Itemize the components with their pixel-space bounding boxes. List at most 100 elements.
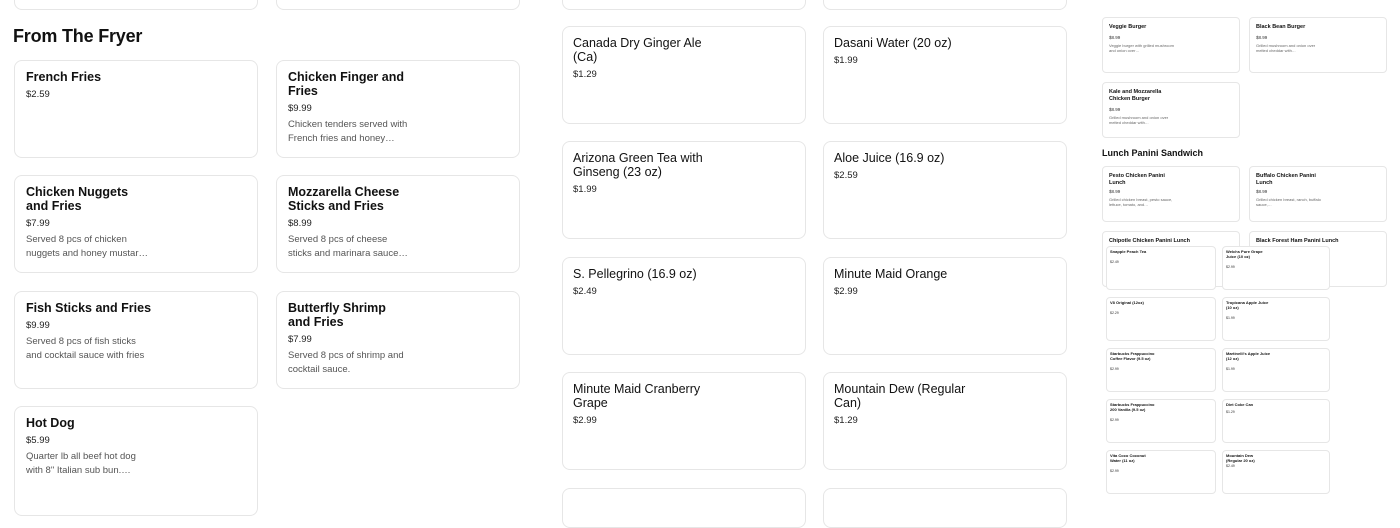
item-name: Welchs Pure Grape Juice (10 oz) [1226,249,1263,259]
drink-card[interactable]: Minute Maid Cranberry Grape $2.99 [562,372,806,470]
item-price: $1.99 [834,55,858,66]
item-name: Arizona Green Tea with Ginseng (23 oz) [573,151,703,179]
section-title-panini: Lunch Panini Sandwich [1102,148,1204,158]
item-name: Veggie Burger [1109,24,1147,30]
item-price: $8.99 [1109,35,1121,40]
item-price: $1.29 [573,69,597,80]
mini-drink-card[interactable]: Martinelli's Apple Juice (12 oz) $1.99 [1222,348,1330,392]
mini-drink-card[interactable]: Mountain Dew (Regular 20 oz) $2.49 [1222,450,1330,494]
drink-card[interactable]: Aloe Juice (16.9 oz) $2.59 [823,141,1067,239]
item-name: S. Pellegrino (16.9 oz) [573,267,697,281]
item-price: $2.99 [573,415,597,426]
menu-item-card[interactable]: Mozzarella Cheese Sticks and Fries $8.99… [276,175,520,273]
item-price: $1.99 [1226,316,1235,320]
item-description: Grilled chicken breast, pesto sauce, let… [1109,197,1173,207]
item-description: Served 8 pcs of fish sticks and cocktail… [26,336,145,361]
item-name: French Fries [26,70,102,84]
mini-drink-card[interactable]: Diet Coke Can $1.29 [1222,399,1330,443]
menu-item-card[interactable]: Chicken Nuggets and Fries $7.99 Served 8… [14,175,258,273]
drink-card[interactable]: Canada Dry Ginger Ale (Ca) $1.29 [562,26,806,124]
mini-drink-card[interactable]: Vita Coco Coconut Water (11 oz) $2.99 [1106,450,1216,494]
item-price: $1.99 [573,184,597,195]
item-price: $8.99 [288,218,312,229]
drink-card[interactable]: S. Pellegrino (16.9 oz) $2.49 [562,257,806,355]
item-name: Starbucks Frappuccino Coffee Flavor (9.5… [1110,351,1155,361]
item-name: Chipotle Chicken Panini Lunch [1109,238,1190,244]
item-name: Vita Coco Coconut Water (11 oz) [1110,453,1146,463]
item-price: $2.29 [1110,311,1119,315]
menu-item-card[interactable]: Butterfly Shrimp and Fries $7.99 Served … [276,291,520,389]
item-price: $8.99 [1109,189,1121,194]
item-name: Butterfly Shrimp and Fries [288,301,386,329]
item-name: Mountain Dew (Regular Can) [834,382,966,410]
item-name: Canada Dry Ginger Ale (Ca) [573,36,702,64]
item-name: Aloe Juice (16.9 oz) [834,151,945,165]
item-description: Quarter lb all beef hot dog with 8" Ital… [26,451,136,476]
item-price: $2.59 [26,89,50,100]
partial-card[interactable] [276,0,520,10]
menu-item-card[interactable]: French Fries $2.59 [14,60,258,158]
item-name: Chicken Nuggets and Fries [26,185,129,213]
item-description: Served 8 pcs of chicken nuggets and hone… [26,234,148,259]
item-price: $2.99 [1110,469,1119,473]
item-name: Tropicana Apple Juice (10 oz) [1226,300,1269,310]
item-name: Starbucks Frappuccino 200 Vanilla (9.5 o… [1110,402,1155,412]
mini-drink-card[interactable]: Snapple Peach Tea $2.49 [1106,246,1216,290]
item-name: Minute Maid Cranberry Grape [573,382,701,410]
item-description: Grilled chicken breast, ranch, buffalo s… [1256,197,1321,207]
item-name: Chicken Finger and Fries [288,70,404,98]
item-price: $2.49 [1110,260,1119,264]
item-description: Served 8 pcs of shrimp and cocktail sauc… [288,350,404,375]
item-name: V8 Original (12oz) [1110,300,1144,305]
item-price: $8.99 [1256,35,1268,40]
mini-drink-card[interactable]: Starbucks Frappuccino Coffee Flavor (9.5… [1106,348,1216,392]
menu-item-card[interactable]: Chicken Finger and Fries $9.99 Chicken t… [276,60,520,158]
item-name: Black Forest Ham Panini Lunch [1256,238,1339,244]
item-price: $1.29 [1226,410,1235,414]
item-name: Kale and Mozzarella Chicken Burger [1109,89,1162,102]
item-description: Grilled mushroom and onion over melted c… [1256,43,1316,53]
item-price: $2.49 [573,286,597,297]
drink-card[interactable]: Mountain Dew (Regular Can) $1.29 [823,372,1067,470]
partial-card[interactable] [562,0,806,10]
item-price: $1.29 [834,415,858,426]
item-description: Chicken tenders served with French fries… [288,119,408,144]
item-price: $9.99 [288,103,312,114]
partial-card[interactable] [823,488,1067,528]
item-description: Veggie burger with grilled mushroom and … [1109,43,1174,53]
drink-card[interactable]: Arizona Green Tea with Ginseng (23 oz) $… [562,141,806,239]
item-name: Buffalo Chicken Panini Lunch [1256,173,1316,186]
mini-drink-card[interactable]: Welchs Pure Grape Juice (10 oz) $2.99 [1222,246,1330,290]
item-name: Martinelli's Apple Juice (12 oz) [1226,351,1271,361]
item-description: Grilled mushroom and onion over melted c… [1109,115,1169,125]
item-name: Minute Maid Orange [834,267,948,281]
menu-item-card[interactable]: Fish Sticks and Fries $9.99 Served 8 pcs… [14,291,258,389]
item-price: $9.99 [26,320,50,331]
mini-item-card[interactable]: Buffalo Chicken Panini Lunch $8.99 Grill… [1249,166,1387,222]
item-price: $2.59 [834,170,858,181]
drink-card[interactable]: Dasani Water (20 oz) $1.99 [823,26,1067,124]
mini-drink-card[interactable]: Tropicana Apple Juice (10 oz) $1.99 [1222,297,1330,341]
partial-card[interactable] [823,0,1067,10]
item-price: $2.99 [1226,265,1235,269]
mini-item-card[interactable]: Black Bean Burger $8.99 Grilled mushroom… [1249,17,1387,73]
item-price: $7.99 [288,334,312,345]
item-name: Diet Coke Can [1226,402,1254,407]
mini-item-card[interactable]: Veggie Burger $8.99 Veggie burger with g… [1102,17,1240,73]
mini-item-card[interactable]: Pesto Chicken Panini Lunch $8.99 Grilled… [1102,166,1240,222]
item-name: Fish Sticks and Fries [26,301,152,315]
item-price: $5.99 [26,435,50,446]
mini-item-card[interactable]: Kale and Mozzarella Chicken Burger $8.99… [1102,82,1240,138]
partial-card[interactable] [562,488,806,528]
mini-drink-card[interactable]: Starbucks Frappuccino 200 Vanilla (9.5 o… [1106,399,1216,443]
item-price: $8.99 [1109,107,1121,112]
mini-drink-card[interactable]: V8 Original (12oz) $2.29 [1106,297,1216,341]
item-price: $2.99 [1110,367,1119,371]
item-name: Snapple Peach Tea [1110,249,1147,254]
item-price: $2.49 [1226,464,1235,468]
item-description: Served 8 pcs of cheese sticks and marina… [288,234,408,259]
item-price: $7.99 [26,218,50,229]
partial-card[interactable] [14,0,258,10]
drink-card[interactable]: Minute Maid Orange $2.99 [823,257,1067,355]
item-name: Pesto Chicken Panini Lunch [1109,173,1165,186]
